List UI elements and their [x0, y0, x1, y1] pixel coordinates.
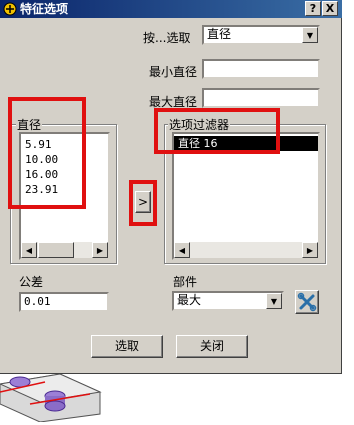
help-button[interactable]: ? — [305, 1, 321, 16]
max-diameter-input[interactable] — [202, 88, 320, 108]
filter-group-title: 选项过滤器 — [168, 116, 231, 133]
feature-options-dialog: 特征选项 ? X 按...选取 直径 ▼ 最小直径 最大直径 直径 5.91 1… — [0, 0, 342, 374]
close-window-button[interactable]: X — [322, 1, 338, 16]
wrench-cross-icon — [297, 292, 317, 312]
part-dropdown[interactable]: 最大 ▼ — [172, 291, 284, 311]
select-by-dropdown[interactable]: 直径 ▼ — [202, 25, 320, 45]
tolerance-input[interactable]: 0.01 — [19, 292, 109, 312]
filter-listbox[interactable]: 直径 16 ◀ ▶ — [172, 132, 320, 260]
filter-hscroll[interactable]: ◀ ▶ — [174, 242, 318, 258]
scroll-left-icon[interactable]: ◀ — [174, 242, 190, 258]
title-bar: 特征选项 ? X — [0, 0, 342, 18]
diameter-listbox[interactable]: 5.91 10.00 16.00 23.91 ◀ ▶ — [19, 132, 110, 260]
select-by-value: 直径 — [207, 27, 232, 41]
window-title: 特征选项 — [20, 2, 69, 16]
scroll-thumb[interactable] — [38, 242, 74, 258]
list-item[interactable]: 10.00 — [21, 152, 108, 167]
list-item[interactable]: 直径 16 — [174, 136, 318, 151]
close-button[interactable]: 关闭 — [176, 335, 248, 358]
scroll-left-icon[interactable]: ◀ — [21, 242, 37, 258]
model-viewport[interactable] — [0, 373, 354, 423]
select-button[interactable]: 选取 — [91, 335, 163, 358]
list-item[interactable]: 23.91 — [21, 182, 108, 197]
part-model-icon — [0, 373, 102, 423]
min-diameter-label: 最小直径 — [149, 65, 198, 79]
add-to-filter-button[interactable]: > — [135, 191, 151, 213]
scroll-right-icon[interactable]: ▶ — [302, 242, 318, 258]
select-by-label: 按...选取 — [143, 31, 191, 45]
diameter-hscroll[interactable]: ◀ ▶ — [21, 242, 108, 258]
max-diameter-label: 最大直径 — [149, 95, 198, 109]
tolerance-label: 公差 — [19, 275, 44, 289]
part-label: 部件 — [173, 275, 198, 289]
diameter-group-title: 直径 — [16, 116, 43, 133]
list-item[interactable]: 5.91 — [21, 137, 108, 152]
app-icon — [3, 2, 17, 16]
scroll-right-icon[interactable]: ▶ — [92, 242, 108, 258]
part-value: 最大 — [177, 293, 202, 307]
chevron-down-icon[interactable]: ▼ — [266, 293, 282, 309]
min-diameter-input[interactable] — [202, 59, 320, 79]
chevron-down-icon[interactable]: ▼ — [302, 27, 318, 43]
tools-button[interactable] — [295, 290, 319, 314]
list-item[interactable]: 16.00 — [21, 167, 108, 182]
